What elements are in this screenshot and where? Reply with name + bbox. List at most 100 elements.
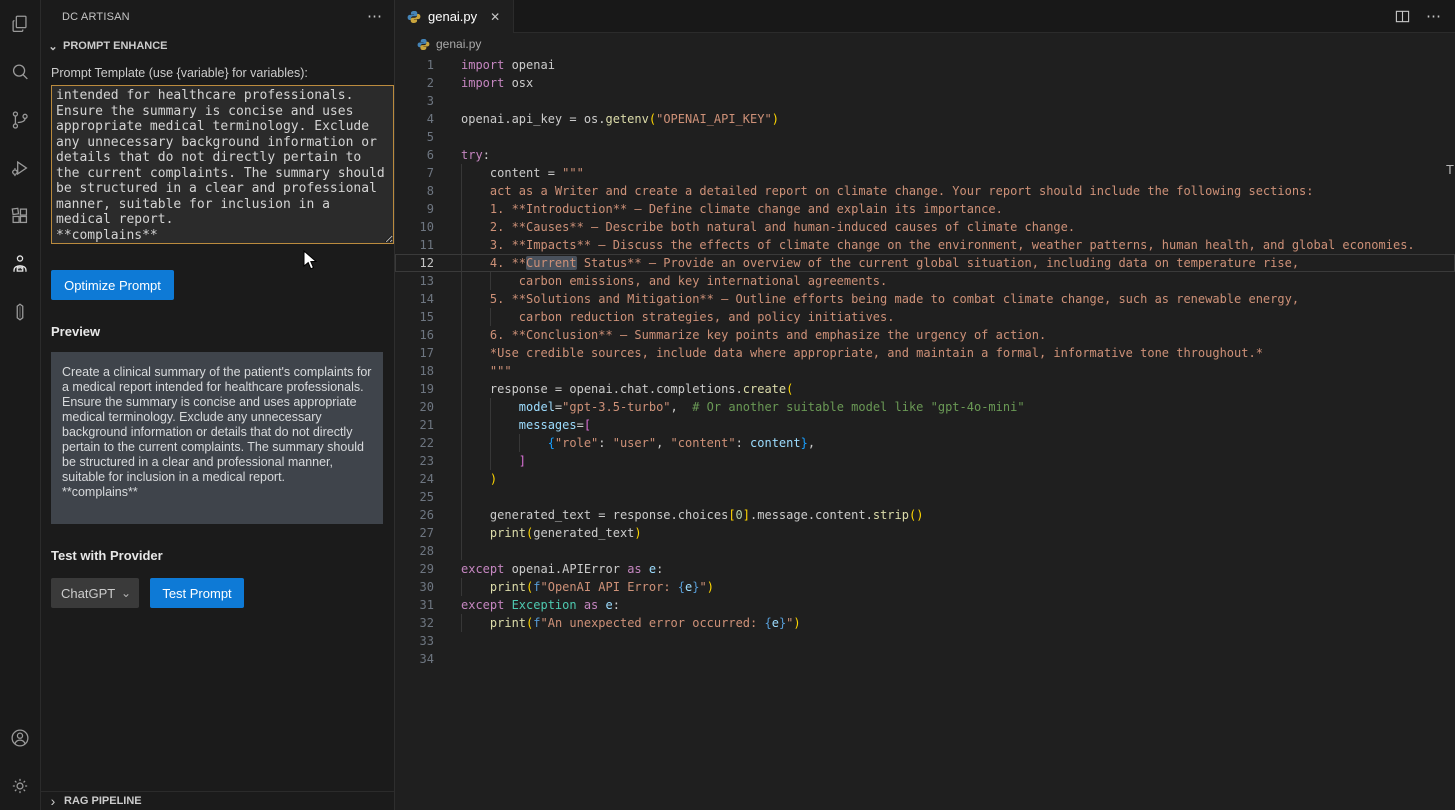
search-icon[interactable]: [0, 48, 40, 96]
code-line[interactable]: 4openai.api_key = os.getenv("OPENAI_API_…: [395, 110, 1455, 128]
code-line-content: content = """: [461, 164, 584, 182]
code-token: "user": [613, 436, 656, 450]
code-token: [: [728, 508, 735, 522]
code-token: osx: [504, 76, 533, 90]
code-line[interactable]: 24 ): [395, 470, 1455, 488]
code-line[interactable]: 12 4. **Current Status** — Provide an ov…: [395, 254, 1455, 272]
code-line[interactable]: 26 generated_text = response.choices[0].…: [395, 506, 1455, 524]
code-token: except: [461, 562, 504, 576]
code-line-content: generated_text = response.choices[0].mes…: [461, 506, 923, 524]
code-line[interactable]: 6try:: [395, 146, 1455, 164]
line-number: 5: [395, 128, 434, 146]
code-line[interactable]: 19 response = openai.chat.completions.cr…: [395, 380, 1455, 398]
section-prompt-enhance[interactable]: ⌄ PROMPT ENHANCE: [41, 34, 394, 58]
code-line[interactable]: 5: [395, 128, 1455, 146]
code-line-content: {"role": "user", "content": content},: [461, 434, 815, 452]
code-line[interactable]: 20 model="gpt-3.5-turbo", # Or another s…: [395, 398, 1455, 416]
code-line[interactable]: 16 6. **Conclusion** — Summarize key poi…: [395, 326, 1455, 344]
code-token: }: [801, 436, 808, 450]
code-token: 1. **Introduction** — Define climate cha…: [461, 202, 1003, 216]
code-line-content: import openai: [461, 56, 555, 74]
code-line[interactable]: 22 {"role": "user", "content": content},: [395, 434, 1455, 452]
code-line-content: act as a Writer and create a detailed re…: [461, 182, 1314, 200]
code-line[interactable]: 1import openai: [395, 56, 1455, 74]
code-line[interactable]: 10 2. **Causes** — Describe both natural…: [395, 218, 1455, 236]
section-rag-pipeline[interactable]: › RAG PIPELINE: [41, 791, 394, 810]
code-token: {: [678, 580, 685, 594]
tab-close-icon[interactable]: ✕: [487, 8, 503, 26]
code-token: "OpenAI API Error:: [541, 580, 678, 594]
code-line[interactable]: 34: [395, 650, 1455, 668]
code-line[interactable]: 17 *Use credible sources, include data w…: [395, 344, 1455, 362]
tab-bar-actions: ⋯: [514, 0, 1455, 33]
code-line[interactable]: 11 3. **Impacts** — Discuss the effects …: [395, 236, 1455, 254]
code-token: "An unexpected error occurred:: [541, 616, 765, 630]
code-token: 4. **: [461, 256, 526, 270]
chevron-right-icon: ›: [46, 793, 60, 809]
tab-genai-py[interactable]: genai.py ✕: [395, 0, 514, 33]
prompt-template-textarea[interactable]: intended for healthcare professionals. E…: [51, 85, 394, 244]
code-line[interactable]: 29except openai.APIError as e:: [395, 560, 1455, 578]
code-token: ]: [461, 454, 526, 468]
section-label: PROMPT ENHANCE: [63, 40, 168, 52]
code-line[interactable]: 18 """: [395, 362, 1455, 380]
code-line[interactable]: 7 content = """: [395, 164, 1455, 182]
code-lines: 1import openai2import osx34openai.api_ke…: [395, 55, 1455, 810]
code-line[interactable]: 33: [395, 632, 1455, 650]
extensions-icon[interactable]: [0, 192, 40, 240]
code-line[interactable]: 28: [395, 542, 1455, 560]
sidebar-more-actions-icon[interactable]: ⋯: [367, 12, 382, 22]
code-token: f: [533, 616, 540, 630]
provider-select[interactable]: ChatGPT ⌄: [51, 578, 139, 608]
code-token: # Or another suitable model like "gpt-4o…: [678, 400, 1025, 414]
code-token: :: [656, 562, 663, 576]
code-token: ,: [656, 436, 670, 450]
code-line[interactable]: 25: [395, 488, 1455, 506]
test-controls: ChatGPT ⌄ Test Prompt: [51, 578, 383, 608]
code-line[interactable]: 27 print(generated_text): [395, 524, 1455, 542]
code-token: response = openai.chat.completions.: [461, 382, 743, 396]
editor-more-actions-icon[interactable]: ⋯: [1426, 7, 1441, 25]
indent-guide: [461, 272, 462, 290]
tab-bar: genai.py ✕ ⋯: [395, 0, 1455, 33]
source-control-icon[interactable]: [0, 96, 40, 144]
code-line[interactable]: 3: [395, 92, 1455, 110]
test-prompt-button[interactable]: Test Prompt: [150, 578, 244, 608]
secondary-extension-icon[interactable]: [0, 288, 40, 336]
code-line[interactable]: 23 ]: [395, 452, 1455, 470]
code-token: getenv: [606, 112, 649, 126]
code-line[interactable]: 8 act as a Writer and create a detailed …: [395, 182, 1455, 200]
dc-artisan-icon[interactable]: [0, 240, 40, 288]
explorer-icon[interactable]: [0, 0, 40, 48]
code-token: :: [613, 598, 620, 612]
code-line[interactable]: 21 messages=[: [395, 416, 1455, 434]
breadcrumb[interactable]: genai.py: [395, 33, 1455, 55]
code-line[interactable]: 32 print(f"An unexpected error occurred:…: [395, 614, 1455, 632]
code-line-content: 2. **Causes** — Describe both natural an…: [461, 218, 1075, 236]
code-line[interactable]: 9 1. **Introduction** — Define climate c…: [395, 200, 1455, 218]
code-token: "role": [555, 436, 598, 450]
indent-guide: [461, 542, 462, 560]
run-debug-icon[interactable]: [0, 144, 40, 192]
code-token: print: [490, 616, 526, 630]
split-editor-icon[interactable]: [1395, 9, 1410, 24]
line-number: 22: [395, 434, 434, 452]
code-token: [461, 580, 490, 594]
code-token: import: [461, 76, 504, 90]
code-line[interactable]: 30 print(f"OpenAI API Error: {e}"): [395, 578, 1455, 596]
code-line[interactable]: 31except Exception as e:: [395, 596, 1455, 614]
settings-gear-icon[interactable]: [0, 762, 40, 810]
breadcrumb-file: genai.py: [436, 37, 481, 51]
account-icon[interactable]: [0, 714, 40, 762]
clipped-text-fragment: T: [1446, 162, 1454, 177]
code-line[interactable]: 13 carbon emissions, and key internation…: [395, 272, 1455, 290]
code-token: f: [533, 580, 540, 594]
sidebar-title: DC ARTISAN: [62, 11, 130, 23]
code-line[interactable]: 2import osx: [395, 74, 1455, 92]
optimize-prompt-button[interactable]: Optimize Prompt: [51, 270, 174, 300]
indent-guide: [461, 614, 462, 632]
code-token: ): [707, 580, 714, 594]
code-line[interactable]: 15 carbon reduction strategies, and poli…: [395, 308, 1455, 326]
code-line[interactable]: 14 5. **Solutions and Mitigation** — Out…: [395, 290, 1455, 308]
indent-guide: [461, 416, 462, 434]
